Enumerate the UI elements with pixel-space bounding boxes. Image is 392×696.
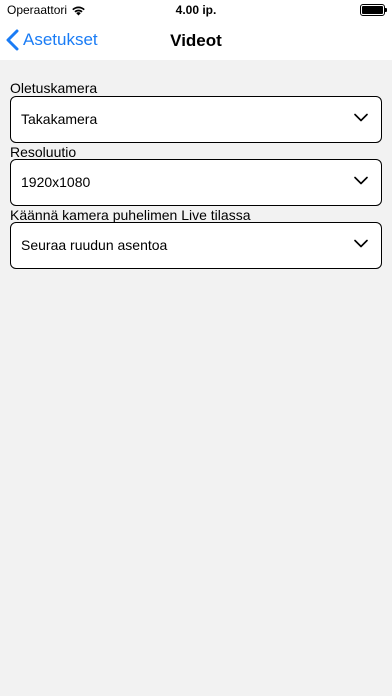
- live-rotation-label: Käännä kamera puhelimen Live tilassa: [10, 207, 251, 223]
- chevron-down-icon: [354, 239, 368, 248]
- live-rotation-value: Seuraa ruudun asentoa: [21, 237, 168, 253]
- battery-level: [362, 6, 383, 14]
- chevron-down-icon: [354, 176, 368, 185]
- resolution-select[interactable]: 1920x1080: [10, 159, 382, 206]
- default-camera-label: Oletuskamera: [10, 80, 98, 96]
- chevron-down-icon: [354, 113, 368, 122]
- status-bar: Operaattori 4.00 ip.: [0, 0, 392, 22]
- default-camera-value: Takakamera: [21, 111, 98, 127]
- page-title: Videot: [170, 31, 222, 50]
- resolution-value: 1920x1080: [21, 174, 91, 190]
- status-time: 4.00 ip.: [175, 3, 217, 17]
- live-rotation-select[interactable]: Seuraa ruudun asentoa: [10, 222, 382, 269]
- default-camera-select[interactable]: Takakamera: [10, 96, 382, 143]
- battery-icon: [360, 4, 387, 16]
- resolution-label: Resoluutio: [10, 144, 77, 160]
- navigation-bar: Asetukset Videot: [0, 22, 392, 60]
